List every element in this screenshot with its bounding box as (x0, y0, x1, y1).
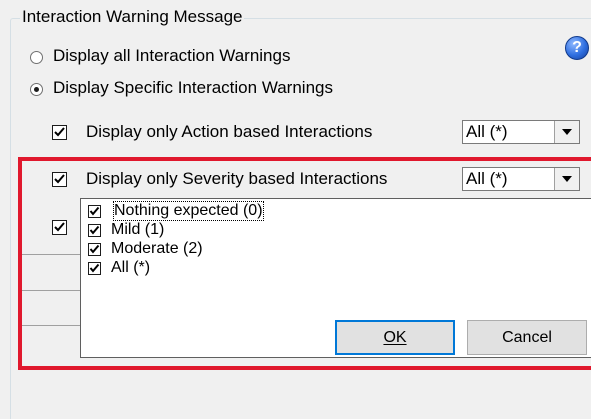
ok-button-label: OK (383, 329, 407, 346)
radio-selected-dot (34, 87, 39, 92)
groupbox-title: Interaction Warning Message (20, 7, 245, 27)
action-combo-value: All (*) (466, 122, 508, 141)
checkmark-icon (89, 263, 100, 273)
dropdown-item-checkbox[interactable] (88, 224, 101, 237)
row-separator (22, 254, 80, 255)
radio-display-all-label[interactable]: Display all Interaction Warnings (53, 46, 290, 66)
severity-combo-value: All (*) (466, 169, 508, 188)
help-icon[interactable]: ? (565, 36, 589, 60)
severity-interactions-combo[interactable]: All (*) (462, 167, 580, 191)
checkmark-icon (54, 222, 65, 232)
radio-display-all[interactable] (30, 51, 43, 64)
chevron-down-icon (562, 129, 572, 135)
checkmark-icon (54, 127, 65, 137)
severity-interactions-label[interactable]: Display only Severity based Interactions (86, 169, 387, 189)
checkmark-icon (54, 174, 65, 184)
dropdown-item-label[interactable]: All (*) (111, 259, 150, 277)
third-option-checkbox[interactable] (52, 220, 67, 235)
severity-dropdown-popup: Nothing expected (0) Mild (1) Moderate (… (80, 198, 591, 358)
severity-interactions-checkbox[interactable] (52, 172, 67, 187)
cancel-button-label: Cancel (502, 329, 552, 346)
checkmark-icon (89, 225, 100, 235)
dropdown-item-checkbox[interactable] (88, 243, 101, 256)
severity-combo-dropdown-button[interactable] (554, 168, 579, 190)
action-interactions-combo[interactable]: All (*) (462, 120, 580, 144)
checkmark-icon (89, 206, 100, 216)
radio-display-specific-label[interactable]: Display Specific Interaction Warnings (53, 78, 333, 98)
radio-display-specific[interactable] (30, 83, 43, 96)
action-interactions-label[interactable]: Display only Action based Interactions (86, 122, 372, 142)
dropdown-item-checkbox[interactable] (88, 205, 101, 218)
dropdown-item-label[interactable]: Nothing expected (0) (113, 201, 264, 221)
row-separator (22, 290, 80, 291)
ok-button[interactable]: OK (335, 320, 455, 355)
dropdown-item-label[interactable]: Moderate (2) (111, 240, 203, 258)
checkmark-icon (89, 244, 100, 254)
row-separator (22, 325, 80, 326)
action-interactions-checkbox[interactable] (52, 125, 67, 140)
dropdown-item-label[interactable]: Mild (1) (111, 221, 164, 239)
dropdown-item-checkbox[interactable] (88, 262, 101, 275)
chevron-down-icon (562, 176, 572, 182)
cancel-button[interactable]: Cancel (467, 320, 587, 355)
action-combo-dropdown-button[interactable] (554, 121, 579, 143)
